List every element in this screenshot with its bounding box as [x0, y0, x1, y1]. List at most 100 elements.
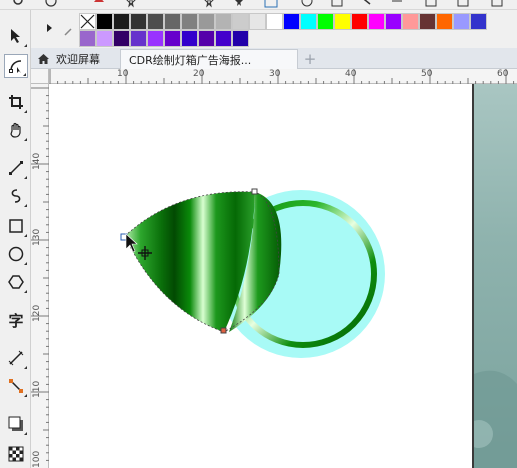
pan-tool-button[interactable]	[4, 118, 28, 142]
vertical-ruler[interactable]: 140 130 120 110 100	[31, 84, 49, 468]
ellipse-icon	[8, 246, 24, 262]
shape-edit-icon	[9, 60, 22, 73]
rectangle-icon	[9, 219, 23, 233]
text-tool-glyph: 字	[8, 311, 24, 330]
circle-outline-icon[interactable]	[300, 0, 314, 8]
color-swatch[interactable]	[215, 30, 232, 47]
color-swatch[interactable]	[164, 13, 181, 30]
flyout-indicator	[24, 176, 27, 179]
zoom-icon[interactable]	[12, 0, 26, 8]
coreldraw-window: 字 欢迎屏幕 CDR绘制灯箱广告海报... + 10 20 30 40 50 6…	[0, 0, 517, 468]
color-swatch[interactable]	[96, 30, 113, 47]
connector-tool-button[interactable]	[4, 374, 28, 398]
table-icon[interactable]	[264, 0, 278, 8]
color-swatch[interactable]	[283, 13, 300, 30]
toolbox: 字	[0, 10, 31, 468]
color-swatch[interactable]	[181, 13, 198, 30]
flyout-indicator	[24, 262, 27, 265]
color-swatch[interactable]	[351, 13, 368, 30]
ruler-tick-label: 20	[193, 69, 205, 79]
ellipse-tool-button[interactable]	[4, 242, 28, 266]
color-swatch[interactable]	[130, 30, 147, 47]
ruler-origin[interactable]	[31, 69, 49, 84]
color-swatch[interactable]	[232, 13, 249, 30]
color-swatch[interactable]	[198, 13, 215, 30]
color-swatch[interactable]	[368, 13, 385, 30]
polygon-tool-button[interactable]	[4, 270, 28, 294]
star-outline-icon[interactable]	[202, 0, 216, 8]
top-toolbar	[0, 0, 517, 10]
add-tab-button[interactable]: +	[302, 50, 318, 68]
tab-label: 欢迎屏幕	[56, 53, 100, 66]
flyout-indicator	[24, 432, 27, 435]
color-swatch[interactable]	[385, 13, 402, 30]
crop-tool-button[interactable]	[4, 90, 28, 114]
tab-document[interactable]: CDR绘制灯箱广告海报...	[120, 49, 298, 69]
node-handle[interactable]	[220, 327, 227, 334]
color-swatch[interactable]	[317, 13, 334, 30]
star-filled-icon[interactable]	[232, 0, 246, 8]
pick-tool-button[interactable]	[4, 24, 28, 48]
color-swatch[interactable]	[79, 30, 96, 47]
circle-icon[interactable]	[44, 0, 58, 8]
color-swatch[interactable]	[113, 13, 130, 30]
color-swatch[interactable]	[164, 30, 181, 47]
artistic-media-button[interactable]	[4, 184, 28, 208]
color-swatch[interactable]	[215, 13, 232, 30]
polygon-icon	[8, 275, 24, 289]
horizontal-ruler[interactable]: 10 20 30 40 50 60	[49, 69, 517, 84]
ruler-tick-label: 50	[421, 69, 433, 79]
color-swatch[interactable]	[402, 13, 419, 30]
grid-icon[interactable]	[424, 0, 438, 8]
color-swatch[interactable]	[147, 30, 164, 47]
artwork	[120, 188, 385, 358]
arrow-right-icon[interactable]	[390, 0, 404, 8]
color-swatch[interactable]	[300, 13, 317, 30]
node-handle[interactable]	[251, 188, 258, 195]
color-swatch[interactable]	[232, 30, 249, 47]
drop-shadow-button[interactable]	[4, 412, 28, 436]
vertical-ruler-ticks	[31, 87, 49, 461]
color-swatch[interactable]	[436, 13, 453, 30]
color-swatch[interactable]	[453, 13, 470, 30]
hand-icon	[10, 122, 21, 138]
shape-tool-button[interactable]	[4, 54, 28, 78]
color-swatch[interactable]	[181, 30, 198, 47]
dimension-icon	[8, 350, 24, 366]
drawing-canvas[interactable]	[49, 84, 517, 468]
curve-icon	[11, 189, 21, 203]
fill-icon[interactable]	[92, 0, 106, 8]
shadow-icon	[8, 416, 23, 431]
color-swatch[interactable]	[130, 13, 147, 30]
color-swatch[interactable]	[266, 13, 283, 30]
no-color-swatch[interactable]	[79, 13, 96, 30]
home-icon	[38, 54, 49, 64]
eyedropper-icon[interactable]	[64, 26, 74, 36]
ruler-tick-label: 10	[117, 69, 129, 79]
arrow-icon[interactable]	[358, 0, 372, 8]
color-swatch[interactable]	[198, 30, 215, 47]
color-swatch[interactable]	[419, 13, 436, 30]
ruler-tick-label: 120	[32, 304, 42, 322]
color-swatch[interactable]	[147, 13, 164, 30]
align-icon[interactable]	[456, 0, 470, 8]
flyout-indicator	[24, 394, 27, 397]
color-swatch[interactable]	[96, 13, 113, 30]
ruler-tick-label: 110	[32, 380, 42, 398]
rectangle-tool-button[interactable]	[4, 214, 28, 238]
text-tool-button[interactable]: 字	[4, 308, 28, 332]
document-tabs: 欢迎屏幕 CDR绘制灯箱广告海报... +	[31, 48, 517, 69]
color-swatch[interactable]	[113, 30, 130, 47]
star-icon[interactable]	[124, 0, 138, 8]
line-tool-button[interactable]	[4, 156, 28, 180]
color-swatch[interactable]	[249, 13, 266, 30]
palette-scroll-arrow[interactable]	[47, 24, 52, 32]
flyout-indicator	[23, 73, 26, 76]
color-swatch[interactable]	[470, 13, 487, 30]
parallel-dimension-button[interactable]	[4, 346, 28, 370]
transparency-tool-button[interactable]	[4, 442, 28, 466]
frame-icon[interactable]	[330, 0, 344, 8]
color-swatch[interactable]	[334, 13, 351, 30]
options-icon[interactable]	[490, 0, 504, 8]
tab-welcome-screen[interactable]: 欢迎屏幕	[33, 49, 115, 69]
